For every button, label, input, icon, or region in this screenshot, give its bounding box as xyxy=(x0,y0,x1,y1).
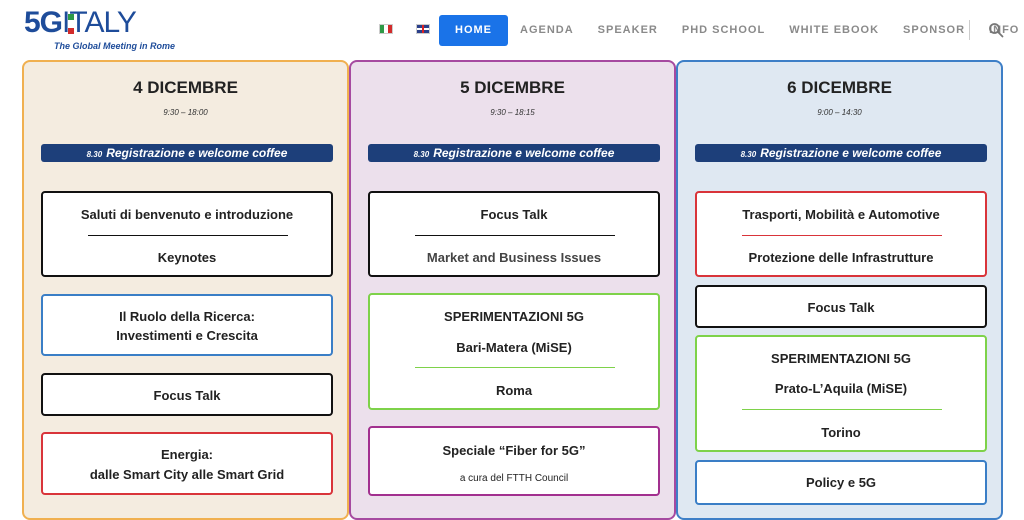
session-subtitle: Investimenti e Crescita xyxy=(116,328,258,343)
session-subtitle: Keynotes xyxy=(157,250,217,265)
session-box[interactable]: Focus Talk xyxy=(41,373,333,416)
session-title: Saluti di benvenuto e introduzione xyxy=(80,207,294,222)
registration-label: Registrazione e welcome coffee xyxy=(106,146,288,160)
session-title: SPERIMENTAZIONI 5G xyxy=(444,309,584,324)
session-title: Focus Talk xyxy=(153,388,221,403)
session-subtitle: a cura del FTTH Council xyxy=(459,473,569,484)
session-location: Roma xyxy=(495,383,533,398)
session-subtitle: Bari-Matera (MiSE) xyxy=(456,340,572,355)
session-title: SPERIMENTAZIONI 5G xyxy=(771,351,911,366)
session-title: Trasporti, Mobilità e Automotive xyxy=(742,207,940,222)
session-divider xyxy=(88,235,288,236)
registration-label: Registrazione e welcome coffee xyxy=(760,146,942,160)
registration-time: 8.30 xyxy=(413,150,430,159)
session-title: Focus Talk xyxy=(807,300,875,315)
session-divider xyxy=(415,235,615,236)
session-location: Torino xyxy=(821,425,861,440)
day-title: 5 DICEMBRE xyxy=(460,78,565,97)
day-column-3: 6 DICEMBRE 9:00 – 14:30 8.30 Registrazion… xyxy=(676,60,1003,520)
logo-flag-bar xyxy=(68,14,74,34)
session-box[interactable]: Energia: dalle Smart City alle Smart Gri… xyxy=(41,432,333,495)
session-divider xyxy=(415,367,615,368)
session-box[interactable]: Speciale “Fiber for 5G” a cura del FTTH … xyxy=(368,426,660,496)
search-icon[interactable] xyxy=(988,22,1004,38)
session-box[interactable]: Focus Talk xyxy=(695,285,987,328)
session-title: Il Ruolo della Ricerca: xyxy=(119,309,255,324)
main-nav: HOME AGENDA SPEAKER PHD SCHOOL WHITE EBO… xyxy=(439,15,1024,46)
nav-speaker[interactable]: SPEAKER xyxy=(586,15,670,46)
italy-flag-icon[interactable] xyxy=(379,24,393,34)
session-subtitle: dalle Smart City alle Smart Grid xyxy=(89,467,285,482)
nav-white-ebook[interactable]: WHITE EBOOK xyxy=(777,15,891,46)
logo-wordmark: 5GITALY xyxy=(24,6,137,39)
day-column-2: 5 DICEMBRE 9:30 – 18:15 8.30 Registrazion… xyxy=(349,60,676,520)
logo-5g: 5G xyxy=(24,6,63,39)
session-title: Focus Talk xyxy=(480,207,548,222)
session-box[interactable]: Saluti di benvenuto e introduzione Keyno… xyxy=(41,191,333,277)
session-divider xyxy=(742,409,942,410)
day-hours: 9:30 – 18:00 xyxy=(163,108,208,117)
session-subtitle: Prato-L’Aquila (MiSE) xyxy=(774,381,908,396)
registration-bar: 8.30 Registrazione e welcome coffee xyxy=(695,144,987,162)
day-hours: 9:30 – 18:15 xyxy=(490,108,535,117)
nav-home[interactable]: HOME xyxy=(439,15,508,46)
session-divider xyxy=(742,235,942,236)
registration-time: 8.30 xyxy=(86,150,103,159)
session-box[interactable]: Policy e 5G xyxy=(695,460,987,505)
day-title: 4 DICEMBRE xyxy=(133,78,238,97)
day-hours: 9:00 – 14:30 xyxy=(817,108,862,117)
session-box[interactable]: Focus Talk Market and Business Issues xyxy=(368,191,660,277)
session-title: Energia: xyxy=(160,447,213,462)
session-box[interactable]: Trasporti, Mobilità e Automotive Protezi… xyxy=(695,191,987,277)
session-subtitle: Market and Business Issues xyxy=(426,250,602,265)
day-column-1: 4 DICEMBRE 9:30 – 18:00 8.30 Registrazion… xyxy=(22,60,349,520)
registration-bar: 8.30 Registrazione e welcome coffee xyxy=(41,144,333,162)
session-box[interactable]: SPERIMENTAZIONI 5G Prato-L’Aquila (MiSE)… xyxy=(695,335,987,452)
logo-tagline: The Global Meeting in Rome xyxy=(54,41,176,51)
session-title: Speciale “Fiber for 5G” xyxy=(442,443,586,458)
nav-agenda[interactable]: AGENDA xyxy=(508,15,586,46)
registration-bar: 8.30 Registrazione e welcome coffee xyxy=(368,144,660,162)
nav-sponsor[interactable]: SPONSOR xyxy=(891,15,977,46)
session-title: Policy e 5G xyxy=(805,475,877,490)
site-logo[interactable]: 5GITALY The Global Meeting in Rome xyxy=(24,6,175,54)
session-box[interactable]: SPERIMENTAZIONI 5G Bari-Matera (MiSE) Ro… xyxy=(368,293,660,410)
uk-flag-icon[interactable] xyxy=(416,24,430,34)
nav-phd-school[interactable]: PHD SCHOOL xyxy=(670,15,777,46)
session-box[interactable]: Il Ruolo della Ricerca: Investimenti e C… xyxy=(41,294,333,356)
registration-label: Registrazione e welcome coffee xyxy=(433,146,615,160)
registration-time: 8.30 xyxy=(740,150,757,159)
nav-divider xyxy=(969,20,970,40)
site-header: 5GITALY The Global Meeting in Rome HOME … xyxy=(0,0,1024,60)
day-title: 6 DICEMBRE xyxy=(787,78,892,97)
session-subtitle: Protezione delle Infrastrutture xyxy=(748,250,934,265)
